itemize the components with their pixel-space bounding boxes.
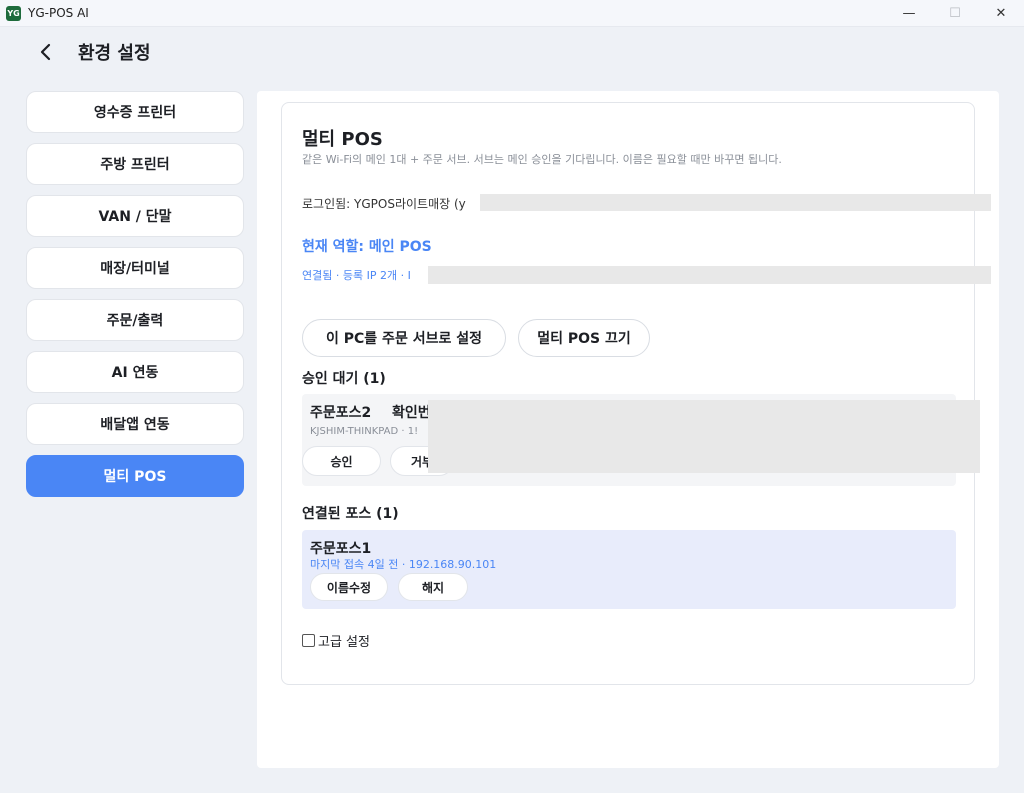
sidebar-item-multi-pos[interactable]: 멀티 POS (26, 455, 244, 497)
card-title: 멀티 POS (302, 129, 383, 150)
pending-title: 승인 대기 (1) (302, 371, 386, 387)
disable-multi-pos-button[interactable]: 멀티 POS 끄기 (518, 319, 650, 357)
pending-item: 주문포스2 확인번 KJSHIM-THINKPAD · 1! 승인 거부 (302, 394, 980, 486)
advanced-label: 고급 설정 (318, 635, 370, 650)
app-logo-icon: YG (6, 5, 21, 21)
connected-title: 연결된 포스 (1) (302, 506, 399, 522)
card-description: 같은 Wi-Fi의 메인 1대 + 주문 서브. 서브는 메인 승인을 기다립니… (302, 153, 782, 166)
connected-pos-name: 주문포스1 (310, 541, 372, 557)
redacted-block (428, 266, 991, 284)
connected-pos-meta: 마지막 접속 4일 전 · 192.168.90.101 (310, 558, 497, 571)
connection-status: 연결됨 · 등록 IP 2개 · I (302, 269, 411, 282)
advanced-settings-toggle[interactable]: 고급 설정 (302, 631, 370, 650)
settings-sidebar: 영수증 프린터 주방 프린터 VAN / 단말 매장/터미널 주문/출력 AI … (26, 91, 244, 507)
maximize-button[interactable]: ☐ (932, 0, 978, 27)
sidebar-item-ai-integration[interactable]: AI 연동 (26, 351, 244, 393)
approve-button[interactable]: 승인 (302, 446, 381, 476)
sidebar-item-delivery-integration[interactable]: 배달앱 연동 (26, 403, 244, 445)
window-title: YG-POS AI (28, 6, 89, 20)
pending-pos-meta: KJSHIM-THINKPAD · 1! (310, 426, 419, 437)
rename-button[interactable]: 이름수정 (310, 573, 388, 601)
window-controls: — ☐ ✕ (886, 0, 1024, 27)
minimize-button[interactable]: — (886, 0, 932, 27)
close-button[interactable]: ✕ (978, 0, 1024, 27)
login-status: 로그인됨: YGPOS라이트매장 (y (302, 197, 466, 211)
chevron-left-icon (40, 43, 51, 61)
sidebar-item-order-print[interactable]: 주문/출력 (26, 299, 244, 341)
sidebar-item-store-terminal[interactable]: 매장/터미널 (26, 247, 244, 289)
pending-pos-name: 주문포스2 (310, 405, 372, 421)
redacted-block (480, 194, 991, 211)
page-header: 환경 설정 (0, 27, 1024, 77)
title-bar: YG YG-POS AI — ☐ ✕ (0, 0, 1024, 27)
redacted-block (428, 400, 980, 473)
sidebar-item-van-terminal[interactable]: VAN / 단말 (26, 195, 244, 237)
connected-item: 주문포스1 마지막 접속 4일 전 · 192.168.90.101 이름수정 … (302, 530, 956, 609)
sidebar-item-kitchen-printer[interactable]: 주방 프린터 (26, 143, 244, 185)
set-sub-server-button[interactable]: 이 PC를 주문 서브로 설정 (302, 319, 506, 357)
pending-confirm-code: 확인번 (392, 405, 431, 421)
back-button[interactable] (34, 40, 58, 64)
sidebar-item-receipt-printer[interactable]: 영수증 프린터 (26, 91, 244, 133)
main-panel: 멀티 POS 같은 Wi-Fi의 메인 1대 + 주문 서브. 서브는 메인 승… (257, 91, 999, 768)
multi-pos-card: 멀티 POS 같은 Wi-Fi의 메인 1대 + 주문 서브. 서브는 메인 승… (281, 102, 991, 685)
unlink-button[interactable]: 해지 (398, 573, 468, 601)
current-role: 현재 역할: 메인 POS (302, 239, 432, 255)
page-title: 환경 설정 (78, 43, 151, 64)
advanced-checkbox[interactable] (302, 634, 315, 647)
